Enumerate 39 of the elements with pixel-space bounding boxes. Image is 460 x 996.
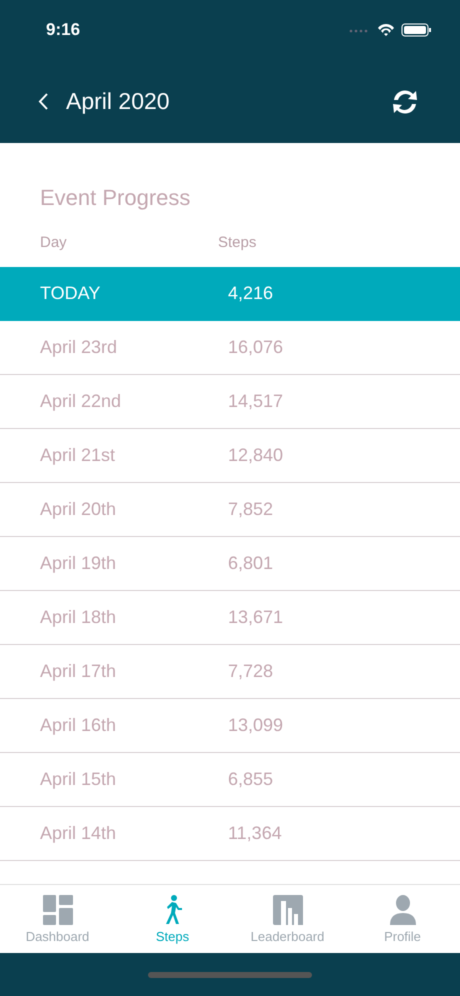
bar-chart-icon — [272, 894, 302, 924]
column-header: Steps — [218, 234, 258, 250]
tab-bar-item[interactable]: Steps — [115, 885, 230, 953]
steps-cell: 13,099 — [228, 715, 284, 736]
day-cell-text: April 16th — [40, 715, 118, 736]
day-cell-text: April 23rd — [40, 337, 118, 358]
status-time: 9:16 — [46, 20, 80, 40]
tab-bar-item[interactable]: Profile — [345, 885, 460, 953]
steps-cell: 7,728 — [228, 661, 274, 682]
steps-cell: 11,364 — [228, 823, 282, 844]
column-header: Day — [40, 234, 68, 250]
signal-icon — [350, 30, 368, 32]
day-cell-text: April 19th — [40, 553, 118, 574]
page-title: April 2020 — [66, 88, 171, 115]
steps-cell: 12,840 — [228, 445, 284, 466]
day-cell-text: April 15th — [40, 769, 118, 790]
table-row[interactable]: TODAY 4,216 — [0, 267, 460, 321]
steps-cell: 4,216 — [228, 283, 274, 304]
battery-icon — [402, 24, 431, 36]
day-cell-text: April 14th — [40, 823, 118, 844]
dashboard-icon — [42, 894, 72, 924]
tab-bar-item[interactable]: Dashboard — [0, 885, 115, 953]
tab-bar-item[interactable]: Leaderboard — [230, 885, 345, 953]
steps-cell: 16,076 — [228, 337, 284, 358]
section-title: Event Progress — [40, 185, 192, 211]
day-cell-text: April 21st — [40, 445, 116, 466]
day-cell-text: April 18th — [40, 607, 118, 628]
day-cell-text: TODAY — [40, 283, 102, 304]
steps-cell: 13,671 — [228, 607, 284, 628]
wifi-icon — [378, 24, 394, 36]
back-icon[interactable] — [38, 93, 48, 110]
day-cell-text: April 22nd — [40, 391, 122, 412]
day-cell-text: April 20th — [40, 499, 118, 520]
steps-cell: 6,855 — [228, 769, 274, 790]
steps-cell: 7,852 — [228, 499, 274, 520]
steps-cell: 14,517 — [228, 391, 284, 412]
steps-cell: 6,801 — [228, 553, 274, 574]
day-cell-text: April 17th — [40, 661, 118, 682]
person-icon — [390, 894, 416, 924]
